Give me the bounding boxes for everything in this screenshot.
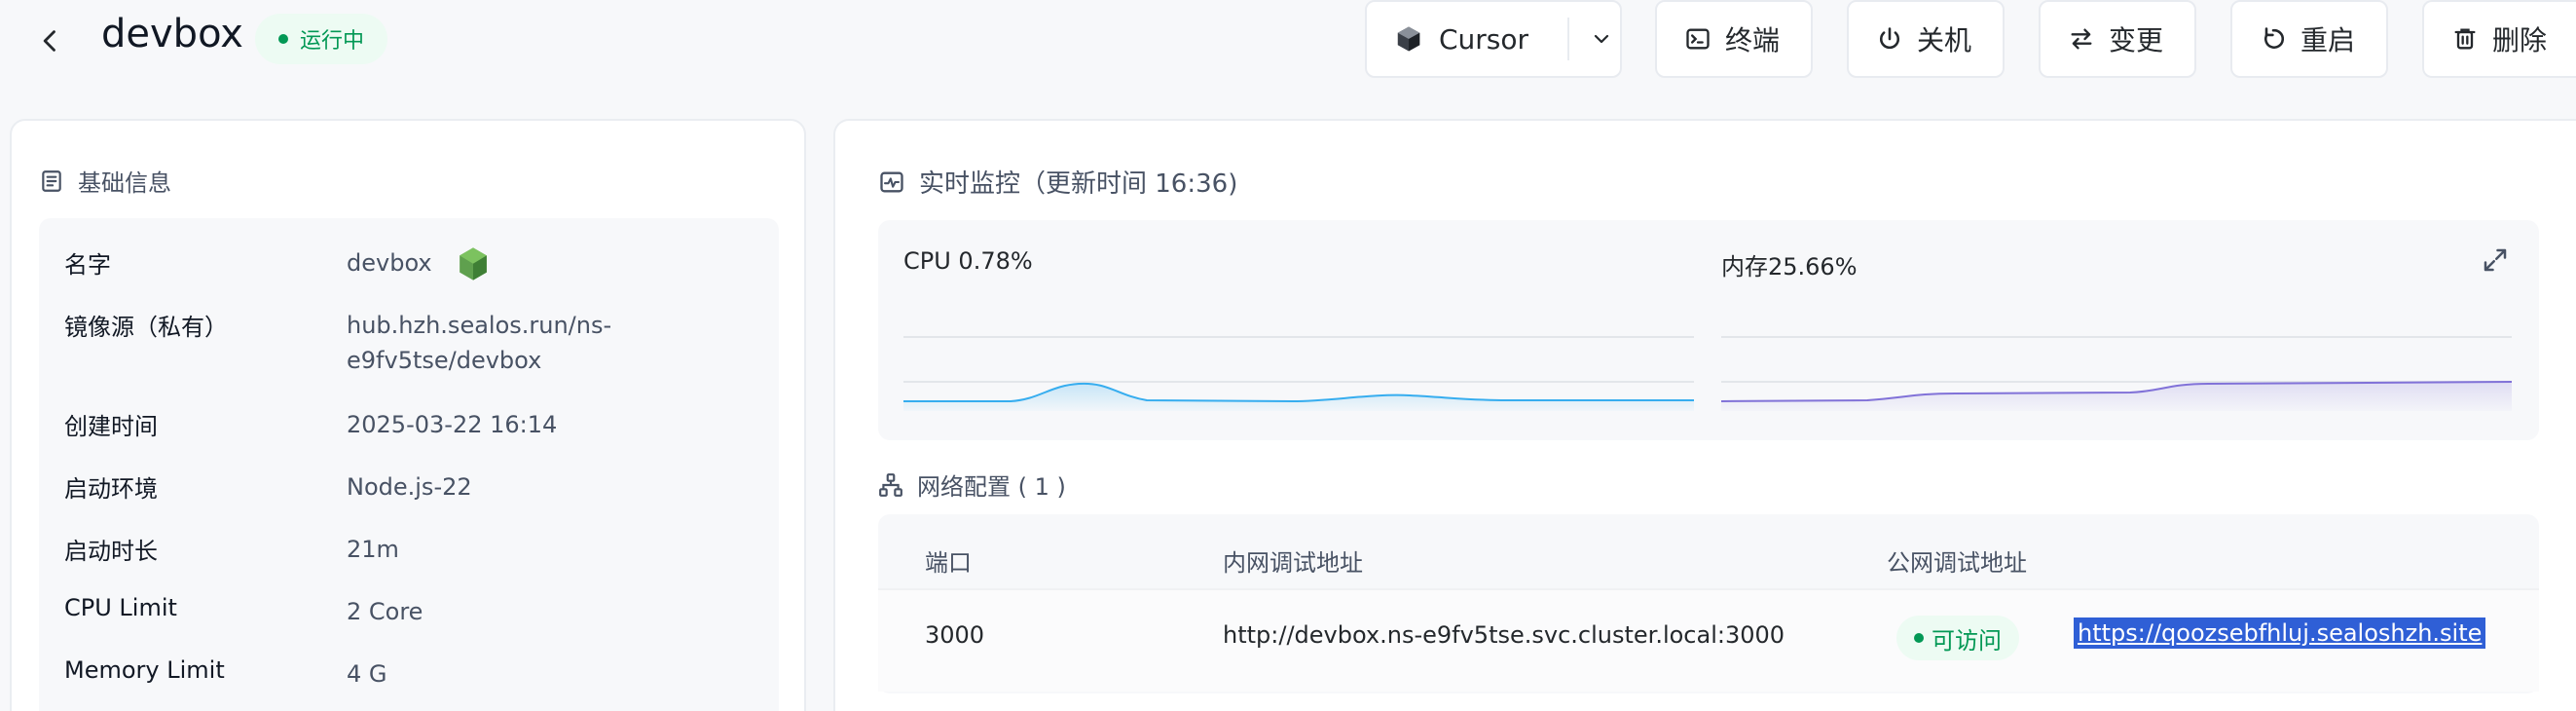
image-value-line: e9fv5tse/devbox — [347, 347, 542, 374]
info-label: CPU Limit — [64, 594, 177, 621]
info-value: Node.js-22 — [347, 473, 472, 501]
memory-sparkline-chart — [1721, 336, 2512, 411]
info-value: 2 Core — [347, 598, 423, 625]
monitor-heading: 实时监控（更新时间 16:36) — [878, 164, 1237, 200]
image-value-line: hub.hzh.sealos.run/ns- — [347, 312, 612, 339]
status-dot-icon — [1914, 633, 1924, 643]
info-value: 4 G — [347, 660, 387, 688]
info-label: 启动环境 — [64, 475, 158, 503]
expand-icon — [2484, 248, 2507, 272]
status-text: 运行中 — [300, 29, 365, 54]
info-label: Memory Limit — [64, 656, 225, 684]
change-button-label: 变更 — [2109, 24, 2164, 56]
network-icon — [879, 472, 902, 497]
nodejs-hexagon-icon — [460, 247, 488, 281]
cpu-area — [903, 383, 1694, 411]
cpu-sparkline-chart — [903, 336, 1694, 411]
info-value: devbox — [347, 245, 490, 281]
restart-button[interactable]: 重启 — [2230, 0, 2388, 78]
info-label: 启动时长 — [64, 538, 158, 565]
terminal-button-label: 终端 — [1725, 24, 1781, 56]
monitor-network-panel: 实时监控（更新时间 16:36) CPU 0.78% 内存25.66% 网络配置… — [833, 119, 2576, 711]
ide-button-label: Cursor — [1439, 22, 1529, 56]
monitor-chart-icon — [880, 171, 903, 192]
trash-icon — [2454, 28, 2476, 50]
internal-address-cell[interactable]: http://devbox.ns-e9fv5tse.svc.cluster.lo… — [1223, 621, 1785, 649]
column-header-internal-address: 内网调试地址 — [1223, 549, 1363, 577]
terminal-icon — [1686, 28, 1710, 50]
info-label: 名字 — [64, 251, 111, 279]
delete-button-label: 删除 — [2492, 24, 2548, 56]
basic-info-panel: 基础信息 名字 devbox 镜像源（私有） hub.hzh.sealos.ru… — [10, 119, 806, 711]
info-value: 2025-03-22 16:14 — [347, 411, 558, 438]
info-value: 21m — [347, 536, 399, 563]
port-cell: 3000 — [925, 621, 985, 649]
ide-dropdown-button[interactable] — [1583, 2, 1620, 76]
swap-arrows-icon — [2071, 28, 2092, 50]
ide-button-group: Cursor — [1365, 0, 1622, 78]
divider — [1567, 18, 1569, 60]
cpu-usage-label: CPU 0.78% — [903, 247, 1033, 275]
delete-button[interactable]: 删除 — [2422, 0, 2576, 78]
basic-info-heading: 基础信息 — [39, 164, 171, 198]
devbox-name-value: devbox — [347, 249, 432, 277]
monitor-title: 实时监控（更新时间 16:36) — [919, 169, 1238, 199]
public-address-link[interactable]: https://qoozsebfhluj.sealoshzh.site — [2074, 617, 2486, 649]
status-dot-icon — [278, 34, 288, 44]
chevron-left-icon — [43, 30, 55, 52]
column-header-port: 端口 — [925, 549, 972, 577]
shutdown-button-label: 关机 — [1917, 24, 1972, 56]
cpu-line — [903, 382, 1694, 403]
memory-usage-label: 内存25.66% — [1721, 253, 1858, 281]
page-header: devbox 运行中 Cursor 终端 关机 变更 重启 删除 — [0, 0, 2576, 80]
basic-info-title: 基础信息 — [78, 169, 171, 197]
memory-area — [1721, 382, 2512, 411]
accessible-badge: 可访问 — [1896, 616, 2019, 660]
back-button[interactable] — [29, 19, 72, 62]
network-table: 端口 内网调试地址 公网调试地址 3000 http://devbox.ns-e… — [878, 514, 2539, 693]
cursor-logo-icon — [1397, 26, 1420, 52]
monitor-charts: CPU 0.78% 内存25.66% — [878, 220, 2539, 440]
restart-icon — [2263, 27, 2285, 49]
chevron-down-icon — [1594, 34, 1609, 44]
basic-info-list: 名字 devbox 镜像源（私有） hub.hzh.sealos.run/ns-… — [39, 218, 779, 711]
restart-button-label: 重启 — [2300, 24, 2356, 56]
change-button[interactable]: 变更 — [2039, 0, 2196, 78]
document-icon — [42, 169, 61, 192]
terminal-button[interactable]: 终端 — [1655, 0, 1813, 78]
network-heading: 网络配置 ( 1 ) — [878, 468, 1066, 502]
page-title: devbox — [101, 12, 243, 56]
table-row: 3000 http://devbox.ns-e9fv5tse.svc.clust… — [878, 588, 2539, 692]
open-cursor-button[interactable]: Cursor — [1367, 2, 1554, 76]
info-label: 创建时间 — [64, 413, 158, 440]
shutdown-button[interactable]: 关机 — [1847, 0, 2005, 78]
info-label: 镜像源（私有） — [64, 314, 228, 341]
network-title: 网络配置 ( 1 ) — [917, 473, 1066, 501]
status-badge: 运行中 — [255, 14, 388, 64]
info-value: hub.hzh.sealos.run/ns- e9fv5tse/devbox — [347, 308, 611, 378]
column-header-public-address: 公网调试地址 — [1887, 549, 2027, 577]
expand-button[interactable] — [2481, 245, 2510, 279]
power-icon — [1879, 27, 1900, 50]
accessible-text: 可访问 — [1932, 626, 2002, 655]
